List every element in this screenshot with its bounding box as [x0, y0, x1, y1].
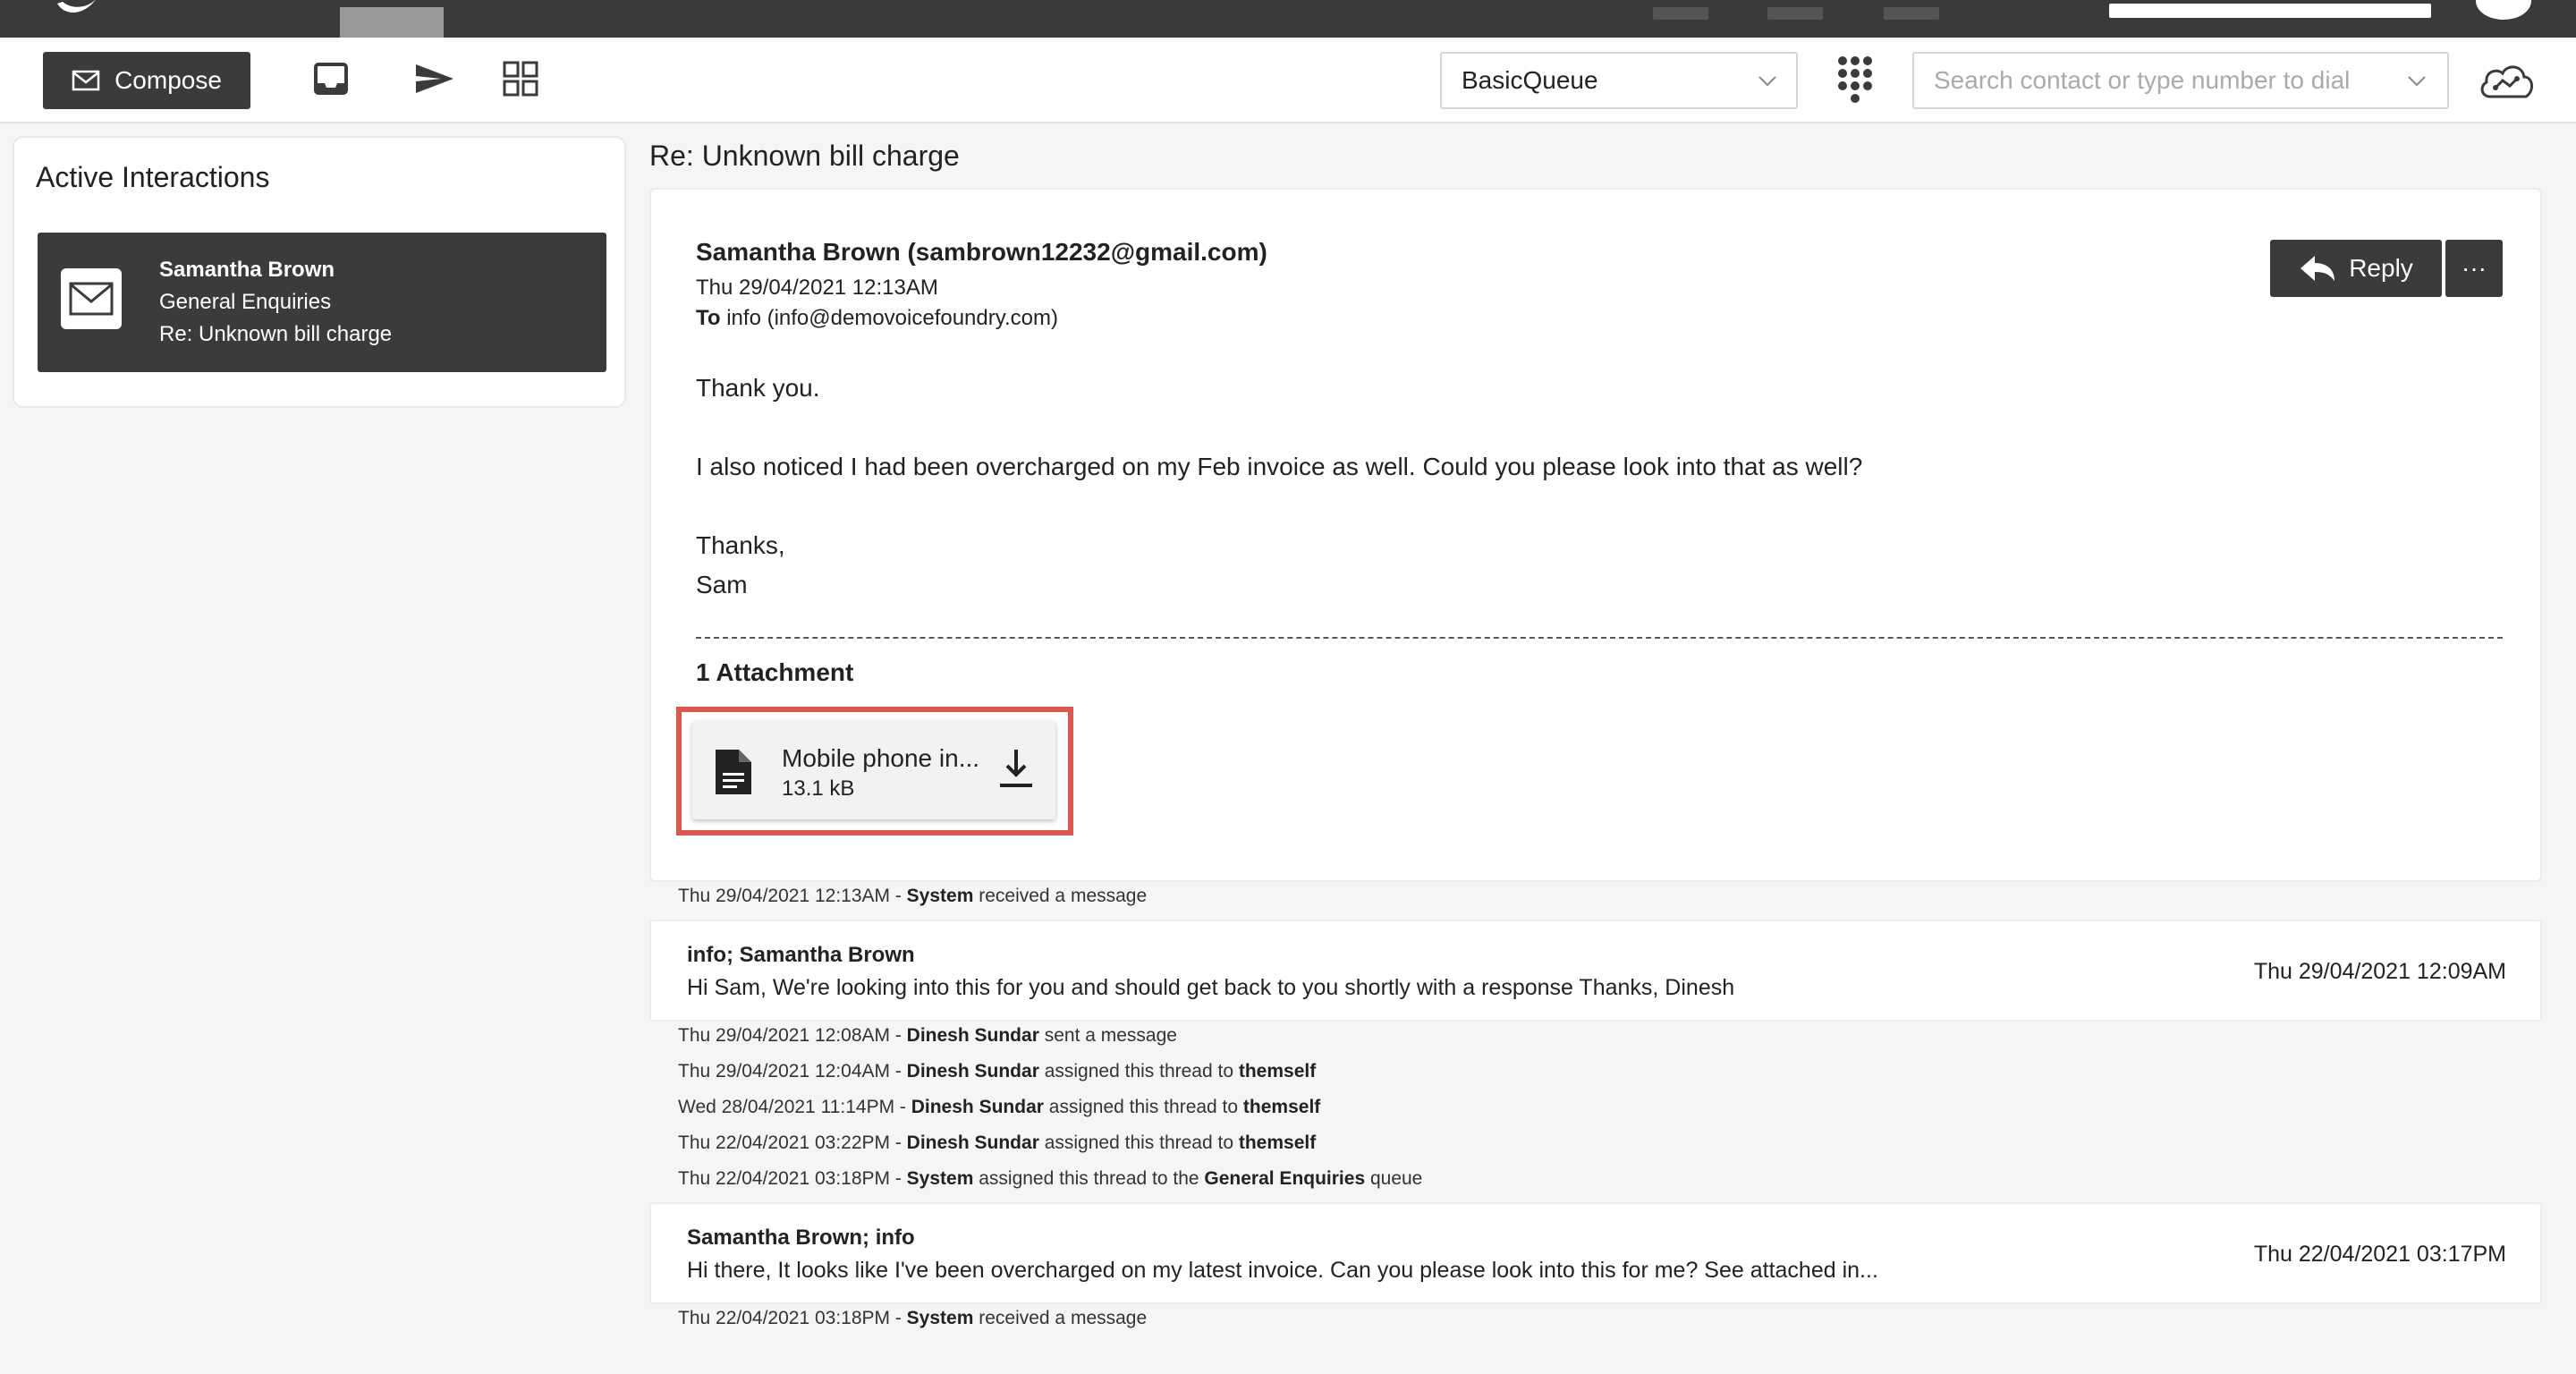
panel-title: Active Interactions — [36, 161, 270, 193]
thread-subject: Re: Unknown bill charge — [649, 140, 960, 172]
top-tab-active[interactable] — [340, 7, 444, 38]
email-to-label: To — [696, 306, 721, 330]
grid-icon[interactable] — [499, 59, 542, 98]
email-body-line: Sam — [696, 571, 748, 598]
top-bar — [0, 0, 2576, 38]
top-bar-button[interactable] — [1767, 7, 1823, 20]
attachment-name: Mobile phone in... — [782, 744, 980, 772]
envelope-icon — [72, 70, 100, 91]
interaction-subject: Re: Unknown bill charge — [159, 322, 393, 346]
inbox-icon[interactable] — [309, 59, 352, 98]
queue-select[interactable]: BasicQueue — [1440, 52, 1798, 109]
message-participants: info; Samantha Brown — [687, 943, 915, 967]
contact-search-input[interactable]: Search contact or type number to dial — [1912, 52, 2449, 109]
email-to-value: info (info@demovoicefoundry.com) — [726, 306, 1058, 330]
divider — [696, 637, 2503, 639]
chevron-down-icon — [1758, 76, 1776, 87]
activity-log-entry: Thu 22/04/2021 03:22PM - Dinesh Sundar a… — [678, 1132, 1317, 1153]
contact-search-placeholder: Search contact or type number to dial — [1934, 66, 2351, 94]
interaction-card[interactable]: Samantha Brown General Enquiries Re: Unk… — [38, 233, 606, 372]
email-body-line: Thank you. — [696, 374, 820, 402]
logo-icon — [57, 0, 96, 13]
chevron-down-icon — [2408, 76, 2426, 87]
download-icon[interactable] — [998, 748, 1034, 789]
activity-log-entry: Thu 22/04/2021 03:18PM - System assigned… — [678, 1168, 1423, 1189]
dialpad-icon[interactable] — [1834, 54, 1877, 104]
message-participants: Samantha Brown; info — [687, 1226, 915, 1250]
top-bar-button[interactable] — [1653, 7, 1708, 20]
message-preview: Hi Sam, We're looking into this for you … — [687, 975, 1735, 1000]
compose-button[interactable]: Compose — [43, 52, 250, 109]
interaction-queue: General Enquiries — [159, 290, 332, 314]
email-body-line: I also noticed I had been overcharged on… — [696, 453, 1863, 480]
mail-icon — [61, 268, 122, 329]
email-to: To info (info@demovoicefoundry.com) — [696, 306, 1058, 331]
activity-log-entry: Thu 22/04/2021 03:18PM - System received… — [678, 1308, 1148, 1328]
document-icon — [716, 750, 751, 794]
message-time: Thu 29/04/2021 12:09AM — [2253, 959, 2506, 984]
email-from: Samantha Brown (sambrown12232@gmail.com) — [696, 238, 1267, 266]
attachment-chip[interactable]: Mobile phone in... 13.1 kB — [692, 721, 1055, 819]
reply-label: Reply — [2349, 254, 2413, 282]
queue-select-value: BasicQueue — [1462, 66, 1598, 94]
thread-message[interactable]: info; Samantha Brown Hi Sam, We're looki… — [649, 920, 2542, 1022]
send-icon[interactable] — [413, 59, 456, 98]
cloud-status-icon[interactable] — [2478, 59, 2535, 106]
attachment-size: 13.1 kB — [782, 776, 855, 801]
more-options-button[interactable]: ··· — [2445, 240, 2503, 297]
top-search-field[interactable] — [2109, 4, 2431, 18]
message-time: Thu 22/04/2021 03:17PM — [2253, 1242, 2506, 1267]
email-date: Thu 29/04/2021 12:13AM — [696, 276, 938, 300]
attachments-title: 1 Attachment — [696, 658, 854, 686]
email-message-card: Samantha Brown (sambrown12232@gmail.com)… — [649, 188, 2542, 882]
activity-log-entry: Wed 28/04/2021 11:14PM - Dinesh Sundar a… — [678, 1097, 1321, 1117]
interaction-contact-name: Samantha Brown — [159, 258, 335, 282]
more-options-label: ··· — [2462, 254, 2487, 282]
thread-message[interactable]: Samantha Brown; info Hi there, It looks … — [649, 1202, 2542, 1304]
toolbar: Compose BasicQueue Search contact or typ… — [0, 38, 2576, 123]
activity-log-entry: Thu 29/04/2021 12:04AM - Dinesh Sundar a… — [678, 1061, 1317, 1081]
active-interactions-panel: Active Interactions Samantha Brown Gener… — [13, 136, 626, 408]
activity-log-entry: Thu 29/04/2021 12:08AM - Dinesh Sundar s… — [678, 1025, 1177, 1046]
activity-log-entry: Thu 29/04/2021 12:13AM - System received… — [678, 886, 1148, 906]
message-preview: Hi there, It looks like I've been overch… — [687, 1258, 1878, 1283]
avatar[interactable] — [2476, 0, 2531, 20]
email-body-line: Thanks, — [696, 531, 785, 559]
reply-arrow-icon — [2301, 256, 2335, 281]
compose-label: Compose — [114, 66, 222, 94]
top-bar-button[interactable] — [1884, 7, 1939, 20]
reply-button[interactable]: Reply — [2270, 240, 2442, 297]
